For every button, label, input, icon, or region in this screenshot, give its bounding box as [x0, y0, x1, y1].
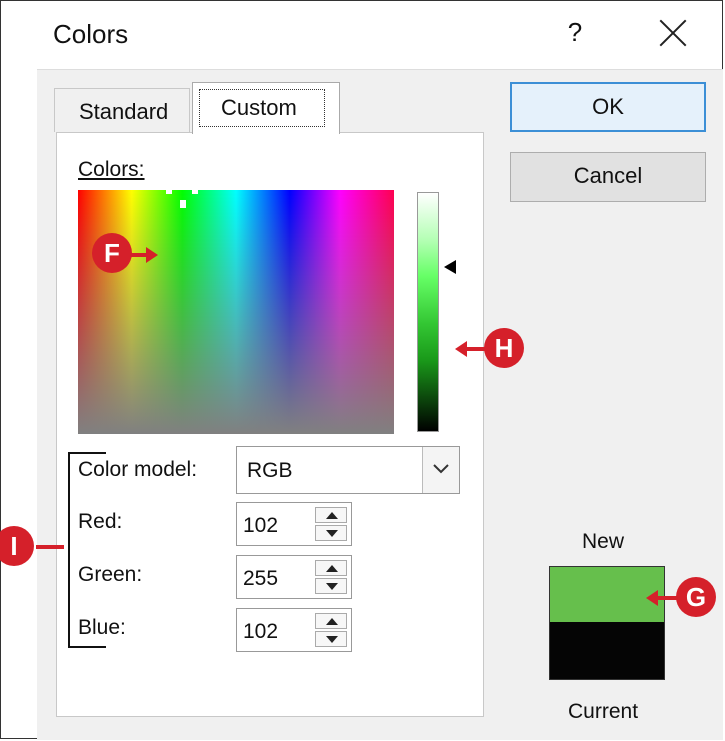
- red-up-arrow-icon[interactable]: [315, 507, 347, 523]
- current-label: Current: [568, 700, 639, 723]
- crosshair-right-icon: [192, 190, 198, 194]
- tab-custom[interactable]: Custom: [192, 82, 340, 134]
- red-input[interactable]: 102: [236, 502, 352, 546]
- red-down-arrow-icon[interactable]: [315, 525, 347, 541]
- luminance-arrow-icon[interactable]: [444, 260, 456, 274]
- tab-standard-label: Standard: [79, 99, 169, 124]
- green-up-arrow-icon[interactable]: [315, 560, 347, 576]
- callout-f: F: [92, 233, 132, 273]
- red-label: Red:: [78, 510, 123, 533]
- callout-f-arrow-icon: [146, 247, 158, 263]
- color-model-label: Color model:: [78, 458, 198, 481]
- callout-g: G: [676, 577, 716, 617]
- blue-value: 102: [243, 620, 279, 643]
- chevron-down-icon: [433, 464, 449, 474]
- ok-button[interactable]: OK: [510, 82, 706, 132]
- current-color-swatch: [550, 622, 664, 679]
- new-label: New: [582, 530, 625, 553]
- title-bar: Colors ?: [1, 1, 722, 69]
- dialog-title: Colors: [53, 19, 129, 49]
- blue-input[interactable]: 102: [236, 608, 352, 652]
- tab-standard[interactable]: Standard: [54, 88, 190, 132]
- green-label: Green:: [78, 563, 143, 586]
- tab-custom-label: Custom: [199, 89, 325, 127]
- blue-label: Blue:: [78, 616, 126, 639]
- green-down-arrow-icon[interactable]: [315, 578, 347, 594]
- callout-h: H: [484, 328, 524, 368]
- blue-up-arrow-icon[interactable]: [315, 613, 347, 629]
- color-model-select[interactable]: RGB: [236, 446, 460, 494]
- luminance-slider[interactable]: [417, 192, 439, 432]
- red-spinner: [315, 507, 349, 541]
- close-icon[interactable]: [657, 17, 689, 49]
- color-model-value: RGB: [247, 459, 293, 482]
- callout-g-line: [656, 596, 678, 600]
- dropdown-button[interactable]: [422, 447, 459, 493]
- help-button[interactable]: ?: [561, 17, 589, 48]
- crosshair-bottom-icon: [180, 200, 186, 208]
- green-input[interactable]: 255: [236, 555, 352, 599]
- green-spinner: [315, 560, 349, 594]
- cancel-button[interactable]: Cancel: [510, 152, 706, 202]
- blue-down-arrow-icon[interactable]: [315, 631, 347, 647]
- color-spectrum-picker[interactable]: [78, 190, 394, 434]
- colors-label: Colors:: [78, 158, 145, 182]
- color-preview: [549, 566, 665, 680]
- crosshair-left-icon: [166, 190, 172, 194]
- green-value: 255: [243, 567, 279, 590]
- red-value: 102: [243, 514, 279, 537]
- callout-i-line: [36, 545, 64, 549]
- blue-spinner: [315, 613, 349, 647]
- colors-label-text: Colors:: [78, 158, 145, 181]
